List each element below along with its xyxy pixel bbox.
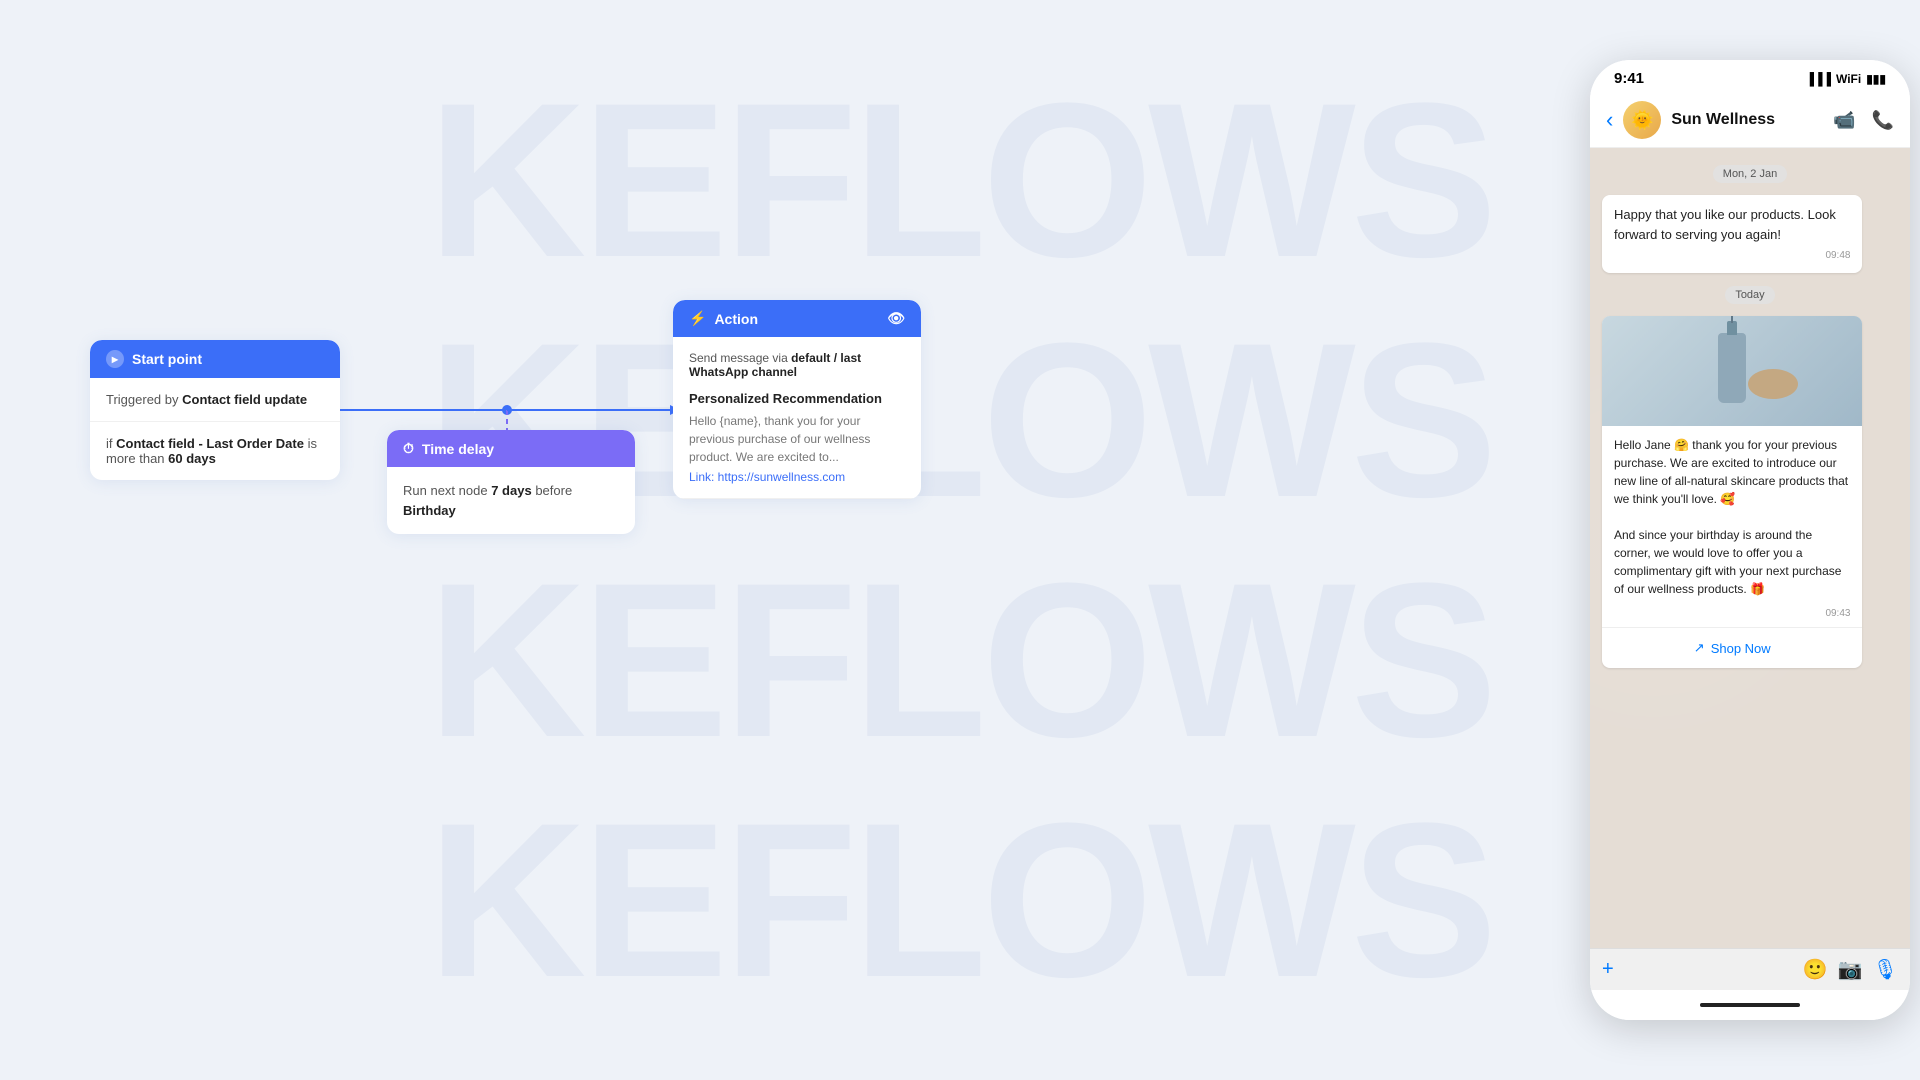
start-node-header: ▶ Start point xyxy=(90,340,340,378)
battery-icon: ▮▮▮ xyxy=(1866,72,1886,86)
bubble-2-time: 09:43 xyxy=(1602,608,1862,627)
delay-suffix: before xyxy=(535,483,572,498)
delay-node: ⏱ Time delay Run next node 7 days before… xyxy=(387,430,635,534)
mic-icon[interactable]: 🎙 xyxy=(1873,957,1898,982)
play-icon: ▶ xyxy=(106,350,124,368)
trigger-value: Contact field update xyxy=(182,392,307,407)
sticker-icon[interactable]: 🙂 xyxy=(1803,957,1828,982)
delay-node-header: ⏱ Time delay xyxy=(387,430,635,467)
action-send-info: Send message via default / last WhatsApp… xyxy=(689,351,905,379)
video-call-icon[interactable]: 📹 xyxy=(1833,110,1855,131)
send-label: Send message xyxy=(689,351,769,365)
camera-icon[interactable]: 📷 xyxy=(1838,957,1863,982)
trigger-label: Triggered by xyxy=(106,392,179,407)
delay-days: 7 days xyxy=(491,483,531,498)
delay-event: Birthday xyxy=(403,503,456,518)
action-node-header: ⚡ Action 👁 xyxy=(673,300,921,337)
product-image xyxy=(1602,316,1862,426)
start-node-trigger: Triggered by Contact field update xyxy=(90,378,340,422)
date-badge-1: Mon, 2 Jan xyxy=(1602,164,1898,183)
header-action-icons: 📹 📞 xyxy=(1833,110,1894,131)
action-card-link: Link: https://sunwellness.com xyxy=(689,470,905,484)
signal-icon: ▐▐▐ xyxy=(1805,72,1831,86)
product-base xyxy=(1748,369,1798,399)
condition-prefix: if xyxy=(106,436,116,451)
chat-header: ‹ 🌞 Sun Wellness 📹 📞 xyxy=(1590,93,1910,148)
contact-name: Sun Wellness xyxy=(1671,111,1823,129)
bubble-1-text: Happy that you like our products. Look f… xyxy=(1614,205,1850,244)
status-bar: 9:41 ▐▐▐ WiFi ▮▮▮ xyxy=(1590,60,1910,93)
eye-icon[interactable]: 👁 xyxy=(887,310,905,327)
start-node-title: Start point xyxy=(132,351,202,367)
wifi-icon: WiFi xyxy=(1836,72,1861,86)
action-node: ⚡ Action 👁 Send message via default / la… xyxy=(673,300,921,499)
bubble-1-time: 09:48 xyxy=(1614,248,1850,263)
contact-avatar: 🌞 xyxy=(1623,101,1661,139)
phone-mockup: 9:41 ▐▐▐ WiFi ▮▮▮ ‹ 🌞 Sun Wellness 📹 📞 M… xyxy=(1590,60,1910,1020)
shop-now-label: Shop Now xyxy=(1711,641,1771,656)
back-button[interactable]: ‹ xyxy=(1606,107,1613,133)
action-node-title: Action xyxy=(714,311,758,327)
shop-now-button[interactable]: ↗ Shop Now xyxy=(1602,627,1862,668)
condition-field: Contact field - Last Order Date xyxy=(116,436,304,451)
status-time: 9:41 xyxy=(1614,70,1644,87)
date-badge-2: Today xyxy=(1602,285,1898,304)
delay-prefix: Run next node xyxy=(403,483,488,498)
condition-value: 60 days xyxy=(168,451,216,466)
action-node-body: Send message via default / last WhatsApp… xyxy=(673,337,921,499)
bubble-2-text: Hello Jane 🤗 thank you for your previous… xyxy=(1602,426,1862,608)
chat-bubble-1: Happy that you like our products. Look f… xyxy=(1602,195,1862,273)
chat-input-bar: + 🙂 📷 🎙 xyxy=(1590,948,1910,990)
delay-node-body: Run next node 7 days before Birthday xyxy=(387,467,635,534)
chat-messages: Mon, 2 Jan Happy that you like our produ… xyxy=(1590,148,1910,948)
phone-call-icon[interactable]: 📞 xyxy=(1872,110,1894,131)
status-icons: ▐▐▐ WiFi ▮▮▮ xyxy=(1805,72,1886,86)
action-card-body: Hello {name}, thank you for your previou… xyxy=(689,412,905,466)
delay-icon: ⏱ xyxy=(403,440,414,457)
product-bottle xyxy=(1718,333,1746,403)
home-indicator xyxy=(1700,1003,1800,1007)
start-node: ▶ Start point Triggered by Contact field… xyxy=(90,340,340,480)
delay-node-title: Time delay xyxy=(422,441,494,457)
action-header-left: ⚡ Action xyxy=(689,310,758,327)
product-message-card: Hello Jane 🤗 thank you for your previous… xyxy=(1602,316,1862,668)
action-icon: ⚡ xyxy=(689,310,706,327)
home-bar xyxy=(1590,990,1910,1020)
add-icon[interactable]: + xyxy=(1602,958,1614,981)
external-link-icon: ↗ xyxy=(1694,640,1705,656)
action-card-title: Personalized Recommendation xyxy=(689,391,905,406)
start-node-condition: if Contact field - Last Order Date is mo… xyxy=(90,422,340,480)
